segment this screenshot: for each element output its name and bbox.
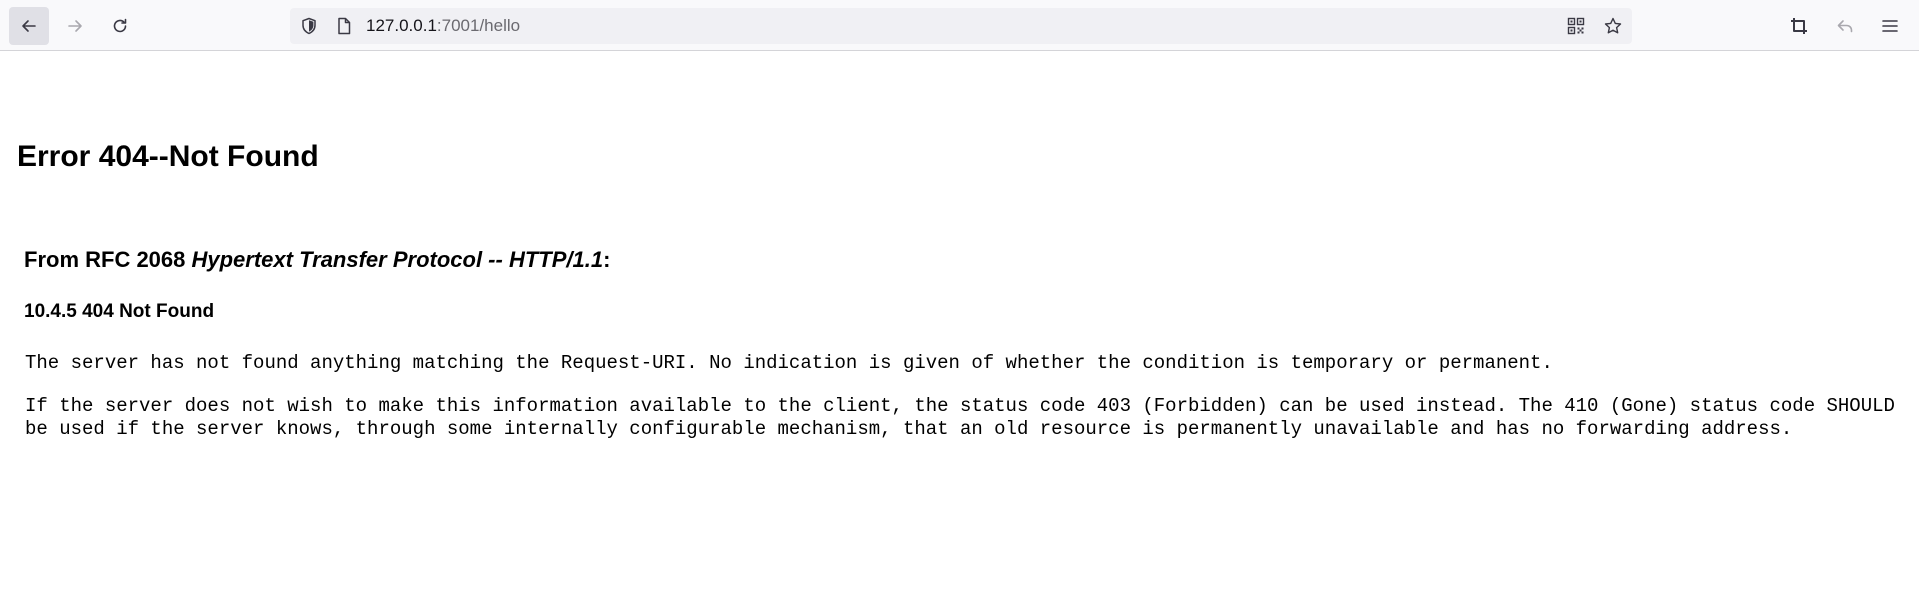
- page-title: Error 404--Not Found: [17, 140, 319, 173]
- url-host: 127.0.0.1: [366, 16, 437, 35]
- subsection-heading: 10.4.5 404 Not Found: [24, 301, 215, 322]
- url-path: :7001/hello: [436, 16, 521, 35]
- star-icon[interactable]: [1603, 16, 1623, 36]
- reload-button[interactable]: [100, 7, 140, 45]
- back-arrow-icon: [22, 20, 36, 32]
- forward-button[interactable]: [55, 7, 95, 45]
- undo-button[interactable]: [1825, 7, 1865, 45]
- browser-toolbar: 127.0.0.1:7001/hello: [0, 0, 1919, 51]
- page-icon[interactable]: [334, 16, 354, 36]
- forward-arrow-icon: [68, 20, 82, 32]
- section-heading-prefix: From RFC 2068: [24, 247, 192, 272]
- crop-icon: [1791, 18, 1807, 34]
- undo-icon: [1837, 20, 1853, 33]
- section-heading-suffix: :: [603, 247, 611, 272]
- back-button[interactable]: [9, 7, 49, 45]
- paragraph-forbidden-gone: If the server does not wish to make this…: [25, 395, 1895, 440]
- url-text[interactable]: 127.0.0.1:7001/hello: [366, 17, 520, 35]
- screenshot-button[interactable]: [1779, 7, 1819, 45]
- reload-icon: [113, 18, 127, 33]
- shield-icon[interactable]: [299, 16, 319, 36]
- application-menu-button[interactable]: [1870, 7, 1910, 45]
- section-heading: From RFC 2068 Hypertext Transfer Protoco…: [24, 247, 610, 273]
- qr-code-icon[interactable]: [1566, 16, 1586, 36]
- address-bar[interactable]: 127.0.0.1:7001/hello: [290, 8, 1632, 44]
- hamburger-menu-icon: [1882, 20, 1898, 32]
- paragraph-not-found: The server has not found anything matchi…: [25, 352, 1553, 374]
- section-heading-italic: Hypertext Transfer Protocol -- HTTP/1.1: [191, 247, 604, 272]
